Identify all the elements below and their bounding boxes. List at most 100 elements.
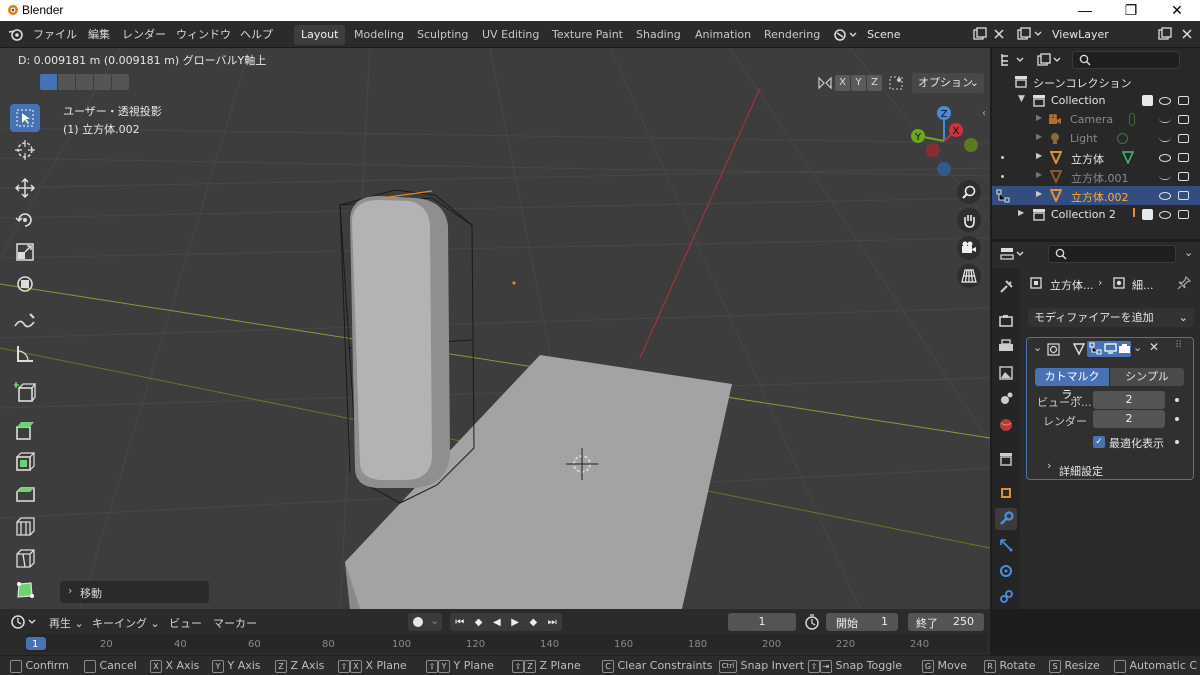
render-camera-icon[interactable] [1178, 172, 1189, 181]
render-levels-field[interactable]: 2 [1093, 410, 1165, 428]
select-new-button[interactable] [40, 74, 57, 90]
tab-modifiers[interactable] [995, 508, 1017, 530]
tab-output[interactable] [995, 336, 1017, 358]
tab-object[interactable] [995, 482, 1017, 504]
hidden-eye-icon[interactable] [1159, 118, 1171, 123]
render-camera-icon[interactable] [1178, 96, 1189, 105]
mirror-x-toggle[interactable]: X [835, 75, 850, 91]
advanced-label[interactable]: 詳細設定 [1059, 463, 1103, 479]
select-box-tool[interactable] [10, 104, 40, 132]
menu-window[interactable]: ウィンドウ [176, 26, 231, 43]
editor-type-icon[interactable] [1000, 246, 1028, 262]
pan-button[interactable] [957, 208, 981, 232]
inset-tool[interactable] [10, 448, 40, 476]
tab-uv-editing[interactable]: UV Editing [475, 25, 546, 45]
viewport-display-icon[interactable] [1104, 342, 1117, 355]
mirror-y-toggle[interactable]: Y [851, 75, 866, 91]
catmull-clark-button[interactable]: カトマルクラ... [1035, 368, 1109, 401]
hidden-eye-icon[interactable] [1159, 137, 1171, 142]
bevel-tool[interactable] [10, 480, 40, 508]
exclude-checkbox[interactable] [1142, 209, 1153, 220]
scene-selector-icon[interactable] [832, 27, 858, 43]
edit-mode-toggle-icon[interactable] [1073, 342, 1085, 356]
menu-help[interactable]: ヘルプ [240, 26, 273, 43]
view-layer-icon[interactable] [1016, 26, 1044, 42]
play-reverse-icon[interactable]: ◀ [493, 617, 501, 628]
tab-physics[interactable] [995, 560, 1017, 582]
keyframe-dot-icon[interactable] [1175, 440, 1179, 444]
current-frame-field[interactable]: 1 [728, 613, 796, 631]
scale-tool[interactable] [10, 238, 40, 266]
render-camera-icon[interactable] [1178, 134, 1189, 143]
add-cube-tool[interactable] [10, 378, 40, 406]
timeline-ruler[interactable]: 1 20 40 60 80 100 120 140 160 180 200 22… [26, 634, 986, 652]
extrude-tool[interactable] [10, 416, 40, 444]
render-camera-icon[interactable] [1178, 191, 1189, 200]
viewport-levels-field[interactable]: 2 [1093, 391, 1165, 409]
move-tool[interactable] [10, 174, 40, 202]
zoom-button[interactable] [957, 180, 981, 204]
jump-end-icon[interactable]: ⏭ [548, 617, 557, 628]
visibility-eye-icon[interactable] [1159, 211, 1171, 219]
edit-mode-icon[interactable] [996, 189, 1010, 203]
viewport-scene[interactable] [0, 48, 990, 609]
tab-view-layer[interactable] [995, 362, 1017, 384]
outliner-row-cube[interactable]: ▶ 立方体 [992, 148, 1200, 167]
collapse-chevron-icon[interactable]: ⌄ [1033, 341, 1042, 354]
render-toggle-icon[interactable] [1118, 342, 1131, 355]
poly-build-tool[interactable] [10, 576, 40, 604]
outliner-search-input[interactable] [1072, 51, 1180, 69]
hidden-eye-icon[interactable] [1159, 175, 1171, 180]
tab-texture-paint[interactable]: Texture Paint [545, 25, 630, 45]
simple-button[interactable]: シンプル [1110, 368, 1184, 386]
menu-edit[interactable]: 編集 [88, 26, 110, 43]
on-cage-icon[interactable] [1089, 342, 1102, 355]
outliner-row-collection[interactable]: ▼ Collection [992, 91, 1200, 110]
tab-particles[interactable] [995, 534, 1017, 556]
mirror-z-toggle[interactable]: Z [867, 75, 882, 91]
remove-view-layer-icon[interactable] [1180, 27, 1194, 41]
keyframe-dot-icon[interactable] [1175, 398, 1179, 402]
expand-icon[interactable]: ▼ [1018, 94, 1025, 104]
keyframe-dot-icon[interactable] [1175, 417, 1179, 421]
menu-file[interactable]: ファイル [33, 26, 77, 43]
scene-collection-row[interactable]: シーンコレクション [992, 72, 1200, 91]
rotate-tool[interactable] [10, 206, 40, 234]
knife-tool[interactable] [10, 544, 40, 572]
render-camera-icon[interactable] [1178, 153, 1189, 162]
menu-render[interactable]: レンダー [122, 26, 166, 43]
next-keyframe-icon[interactable]: ◆ [530, 617, 538, 628]
exclude-checkbox[interactable] [1142, 95, 1153, 106]
scene-name-field[interactable]: Scene [860, 25, 988, 44]
new-scene-icon[interactable] [973, 27, 987, 41]
expand-icon[interactable]: ▶ [1036, 132, 1042, 141]
cursor-tool[interactable] [10, 136, 40, 164]
transform-tool[interactable] [10, 270, 40, 298]
expand-icon[interactable]: ▶ [1036, 170, 1042, 179]
chevron-down-icon[interactable]: ⌄ [1184, 246, 1193, 259]
snap-icon[interactable] [888, 75, 904, 91]
tab-animation[interactable]: Animation [688, 25, 758, 45]
navigation-gizmo[interactable]: Z X Y [906, 103, 982, 179]
jump-start-icon[interactable]: ⏮ [455, 617, 464, 628]
add-modifier-button[interactable]: モディファイアーを追加 ⌄ [1028, 308, 1194, 327]
select-extend-button[interactable] [58, 74, 75, 90]
optimal-display-checkbox[interactable]: ✓ [1093, 436, 1105, 448]
mirror-icon[interactable] [817, 76, 833, 90]
new-view-layer-icon[interactable] [1158, 27, 1172, 41]
visibility-eye-icon[interactable] [1159, 154, 1171, 162]
visibility-eye-icon[interactable] [1159, 97, 1171, 105]
minimize-button[interactable]: — [1062, 0, 1108, 21]
outliner-row-cube-001[interactable]: ▶ 立方体.001 [992, 167, 1200, 186]
tab-sculpting[interactable]: Sculpting [410, 25, 475, 45]
auto-keying-button[interactable]: ⌄ [408, 613, 442, 631]
render-camera-icon[interactable] [1178, 115, 1189, 124]
3d-viewport[interactable]: D: 0.009181 m (0.009181 m) グローバルY軸上 ユーザー… [0, 48, 990, 609]
display-mode-icon[interactable] [1000, 52, 1028, 68]
properties-search-input[interactable] [1048, 245, 1176, 263]
tab-shading[interactable]: Shading [629, 25, 688, 45]
measure-tool[interactable] [10, 340, 40, 368]
tab-tool[interactable] [995, 276, 1017, 298]
advanced-expand-icon[interactable]: › [1047, 459, 1051, 472]
prev-keyframe-icon[interactable]: ◆ [475, 617, 483, 628]
